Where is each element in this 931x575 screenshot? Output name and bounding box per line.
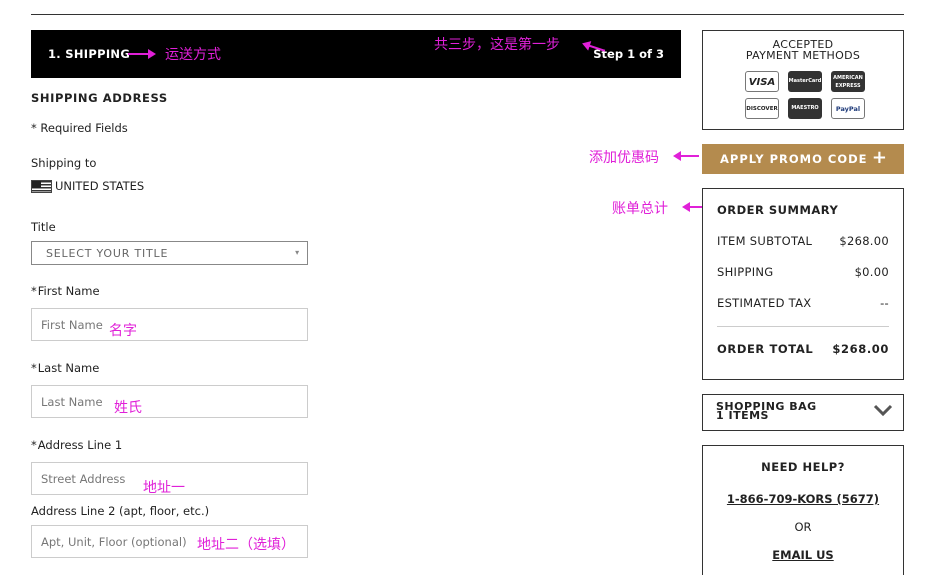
annotation-address1: 地址一 <box>143 480 185 496</box>
title-label: Title <box>31 220 56 234</box>
address1-label: *Address Line 1 <box>31 438 123 452</box>
discover-icon: DISCOVER <box>745 98 779 119</box>
us-flag-icon <box>31 179 52 193</box>
chevron-down-icon: ▾ <box>295 248 300 257</box>
annotation-promo: 添加优惠码 <box>589 150 659 166</box>
subtotal-value: $268.00 <box>839 234 889 248</box>
payment-methods-title: ACCEPTED PAYMENT METHODS <box>745 38 861 62</box>
mastercard-icon: MasterCard <box>788 71 822 92</box>
visa-icon: VISA <box>745 71 779 92</box>
annotation-arrow <box>128 49 156 59</box>
title-select[interactable]: SELECT YOUR TITLE ▾ <box>31 241 308 265</box>
apply-promo-code-button[interactable]: APPLY PROMO CODE + <box>702 144 904 174</box>
shipping-country: UNITED STATES <box>31 179 144 193</box>
paypal-icon: PayPal <box>831 98 865 119</box>
order-summary-heading: ORDER SUMMARY <box>717 203 839 217</box>
subtotal-row: ITEM SUBTOTAL $268.00 <box>717 234 889 248</box>
need-help-box: NEED HELP? 1-866-709-KORS (5677) OR EMAI… <box>702 445 904 575</box>
shopping-bag-toggle[interactable]: SHOPPING BAG 1 ITEMS <box>702 394 904 431</box>
chevron-down-icon <box>873 404 893 417</box>
email-us-link[interactable]: EMAIL US <box>703 548 903 562</box>
shipping-to-label: Shipping to <box>31 156 97 170</box>
top-divider <box>31 14 904 15</box>
maestro-icon: MAESTRO <box>788 98 822 119</box>
required-fields-note: * Required Fields <box>31 121 128 135</box>
order-summary-box: ORDER SUMMARY ITEM SUBTOTAL $268.00 SHIPP… <box>702 188 904 380</box>
plus-icon: + <box>871 147 888 168</box>
annotation-arrow <box>673 151 699 161</box>
total-row: ORDER TOTAL $268.00 <box>717 342 889 356</box>
address2-label: Address Line 2 (apt, floor, etc.) <box>31 504 210 518</box>
shipping-row: SHIPPING $0.00 <box>717 265 889 279</box>
first-name-label: *First Name <box>31 284 100 298</box>
total-value: $268.00 <box>832 342 889 356</box>
annotation-address2: 地址二（选填） <box>197 537 295 553</box>
summary-divider <box>717 326 889 327</box>
or-text: OR <box>794 520 812 534</box>
phone-link[interactable]: 1-866-709-KORS (5677) <box>703 492 903 506</box>
annotation-shipping-method: 运送方式 <box>165 47 221 63</box>
country-name: UNITED STATES <box>55 179 145 193</box>
tax-value: -- <box>880 296 889 310</box>
promo-label: APPLY PROMO CODE <box>720 152 868 166</box>
amex-icon: AMERICAN EXPRESS <box>831 71 865 92</box>
payment-card-list: VISA MasterCard AMERICAN EXPRESS DISCOVE… <box>745 71 865 119</box>
shopping-bag-label: SHOPPING BAG 1 ITEMS <box>716 400 817 422</box>
tax-row: ESTIMATED TAX -- <box>717 296 889 310</box>
last-name-label: *Last Name <box>31 361 100 375</box>
last-name-field[interactable]: Last Name <box>31 385 308 418</box>
title-select-value: SELECT YOUR TITLE <box>46 247 169 260</box>
first-name-field[interactable]: First Name <box>31 308 308 341</box>
annotation-summary: 账单总计 <box>612 201 668 217</box>
need-help-title: NEED HELP? <box>761 460 845 474</box>
shipping-value: $0.00 <box>854 265 889 279</box>
payment-methods-box: ACCEPTED PAYMENT METHODS VISA MasterCard… <box>702 30 904 130</box>
step-title: 1. SHIPPING <box>48 47 131 61</box>
annotation-steps: 共三步，这是第一步 <box>434 37 560 53</box>
annotation-last-name: 姓氏 <box>114 400 142 416</box>
shipping-address-heading: SHIPPING ADDRESS <box>31 91 168 105</box>
annotation-first-name: 名字 <box>109 323 137 339</box>
